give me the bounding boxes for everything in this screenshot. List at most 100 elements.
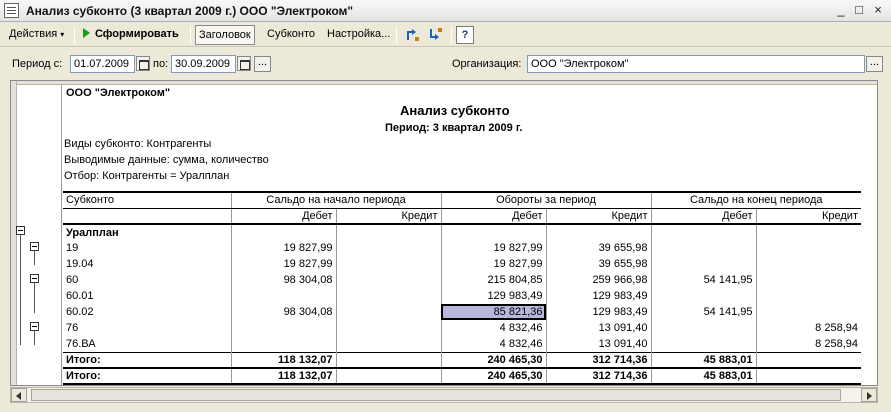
turnover-debit[interactable]: 129 983,49 [441, 288, 547, 304]
table-row[interactable]: 60.01 129 983,49 129 983,49 [63, 288, 861, 304]
table-row[interactable]: 19.04 19 827,99 19 827,99 39 655,98 [63, 256, 861, 272]
turnover-debit[interactable]: 4 832,46 [441, 336, 547, 352]
saldo-start-credit[interactable] [336, 288, 442, 304]
table-row[interactable]: 76 4 832,46 13 091,40 8 258,94 [63, 320, 861, 336]
row-name[interactable]: 60.01 [63, 288, 232, 304]
collapse-group-icon[interactable] [16, 226, 25, 235]
collapse-group-icon[interactable] [30, 274, 39, 283]
saldo-start-debit[interactable]: 19 827,99 [231, 240, 337, 256]
saldo-start-credit[interactable] [336, 272, 442, 288]
turnover-credit[interactable]: 312 714,36 [546, 367, 652, 385]
saldo-end-debit[interactable]: 54 141,95 [651, 304, 757, 320]
close-button[interactable]: × [870, 3, 886, 18]
saldo-end-debit[interactable]: 45 883,01 [651, 351, 757, 368]
cell[interactable] [336, 223, 442, 240]
selected-cell[interactable]: 85 821,36 [441, 304, 547, 320]
subtotal-label[interactable]: Итого: [63, 351, 232, 368]
saldo-end-debit[interactable]: 45 883,01 [651, 367, 757, 385]
saldo-start-credit[interactable] [336, 367, 442, 385]
organization-select-button[interactable]: ... [866, 56, 883, 72]
saldo-end-credit[interactable] [756, 367, 861, 385]
help-icon[interactable]: ? [456, 26, 474, 44]
collapse-group-icon[interactable] [30, 242, 39, 251]
turnover-debit[interactable]: 19 827,99 [441, 240, 547, 256]
calendar-icon[interactable] [136, 56, 150, 71]
run-report-button[interactable]: Сформировать [80, 25, 182, 45]
row-name[interactable]: 19.04 [63, 256, 232, 272]
header-toggle-button[interactable]: Заголовок [195, 25, 255, 45]
total-row[interactable]: Итого: 118 132,07 240 465,30 312 714,36 … [63, 367, 861, 385]
saldo-end-credit[interactable] [756, 272, 861, 288]
saldo-start-credit[interactable] [336, 336, 442, 352]
row-name[interactable]: 19 [63, 240, 232, 256]
table-row[interactable]: 60.02 98 304,08 85 821,36 129 983,49 54 … [63, 304, 861, 320]
period-from-input[interactable]: 01.07.2009 [70, 55, 135, 73]
saldo-end-credit[interactable] [756, 256, 861, 272]
table-row[interactable]: 19 19 827,99 19 827,99 39 655,98 [63, 240, 861, 256]
saldo-start-debit[interactable] [231, 320, 337, 336]
cell[interactable] [546, 223, 652, 240]
scrollbar-thumb[interactable] [31, 389, 841, 401]
table-row[interactable]: 60 98 304,08 215 804,85 259 966,98 54 14… [63, 272, 861, 288]
saldo-end-debit[interactable] [651, 256, 757, 272]
saldo-start-debit[interactable] [231, 336, 337, 352]
row-name[interactable]: 60.02 [63, 304, 232, 320]
organization-input[interactable]: ООО "Электроком" [527, 55, 865, 73]
saldo-end-debit[interactable] [651, 336, 757, 352]
turnover-credit[interactable]: 13 091,40 [546, 336, 652, 352]
turnover-debit[interactable]: 215 804,85 [441, 272, 547, 288]
turnover-credit[interactable]: 39 655,98 [546, 256, 652, 272]
turnover-debit[interactable]: 19 827,99 [441, 256, 547, 272]
saldo-start-debit[interactable] [231, 288, 337, 304]
report-spreadsheet[interactable]: ООО "Электроком" Анализ субконто Период:… [10, 80, 878, 386]
saldo-end-credit[interactable] [756, 240, 861, 256]
saldo-end-debit[interactable]: 54 141,95 [651, 272, 757, 288]
saldo-end-debit[interactable] [651, 240, 757, 256]
row-name[interactable]: 60 [63, 272, 232, 288]
period-to-input[interactable]: 30.09.2009 [171, 55, 236, 73]
settings-button[interactable]: Настройка... [324, 25, 393, 45]
saldo-start-debit[interactable]: 98 304,08 [231, 304, 337, 320]
scroll-left-icon[interactable] [11, 388, 27, 402]
period-select-button[interactable]: ... [254, 56, 271, 72]
turnover-credit[interactable]: 129 983,49 [546, 304, 652, 320]
saldo-end-debit[interactable] [651, 320, 757, 336]
saldo-end-credit[interactable] [756, 351, 861, 368]
subtotal-row[interactable]: Итого: 118 132,07 240 465,30 312 714,36 … [63, 351, 861, 368]
scroll-right-icon[interactable] [861, 388, 877, 402]
expand-down-icon[interactable] [427, 26, 445, 44]
subkonto-button[interactable]: Субконто [264, 25, 318, 45]
saldo-start-credit[interactable] [336, 320, 442, 336]
saldo-end-credit[interactable]: 8 258,94 [756, 336, 861, 352]
group-row[interactable]: Уралплан [63, 223, 861, 240]
horizontal-scrollbar[interactable] [10, 387, 878, 403]
turnover-debit[interactable]: 4 832,46 [441, 320, 547, 336]
actions-menu[interactable]: Действия ▾ [6, 25, 67, 45]
turnover-credit[interactable]: 312 714,36 [546, 351, 652, 368]
saldo-start-debit[interactable]: 98 304,08 [231, 272, 337, 288]
table-row[interactable]: 76.ВА 4 832,46 13 091,40 8 258,94 [63, 336, 861, 352]
turnover-credit[interactable]: 13 091,40 [546, 320, 652, 336]
turnover-credit[interactable]: 39 655,98 [546, 240, 652, 256]
saldo-end-credit[interactable] [756, 304, 861, 320]
collapse-group-icon[interactable] [30, 322, 39, 331]
row-name[interactable]: 76.ВА [63, 336, 232, 352]
cell[interactable] [756, 223, 861, 240]
saldo-end-debit[interactable] [651, 288, 757, 304]
saldo-start-credit[interactable] [336, 304, 442, 320]
saldo-start-credit[interactable] [336, 240, 442, 256]
total-label[interactable]: Итого: [63, 367, 232, 385]
calendar-icon[interactable] [237, 56, 251, 71]
saldo-end-credit[interactable]: 8 258,94 [756, 320, 861, 336]
turnover-debit[interactable]: 240 465,30 [441, 367, 547, 385]
maximize-button[interactable]: □ [851, 3, 867, 18]
cell[interactable] [651, 223, 757, 240]
minimize-button[interactable]: _ [833, 3, 849, 18]
saldo-start-credit[interactable] [336, 256, 442, 272]
turnover-credit[interactable]: 129 983,49 [546, 288, 652, 304]
saldo-start-debit[interactable]: 118 132,07 [231, 367, 337, 385]
saldo-start-debit[interactable]: 118 132,07 [231, 351, 337, 368]
row-name[interactable]: 76 [63, 320, 232, 336]
cell[interactable] [441, 223, 547, 240]
expand-up-icon[interactable] [404, 26, 422, 44]
